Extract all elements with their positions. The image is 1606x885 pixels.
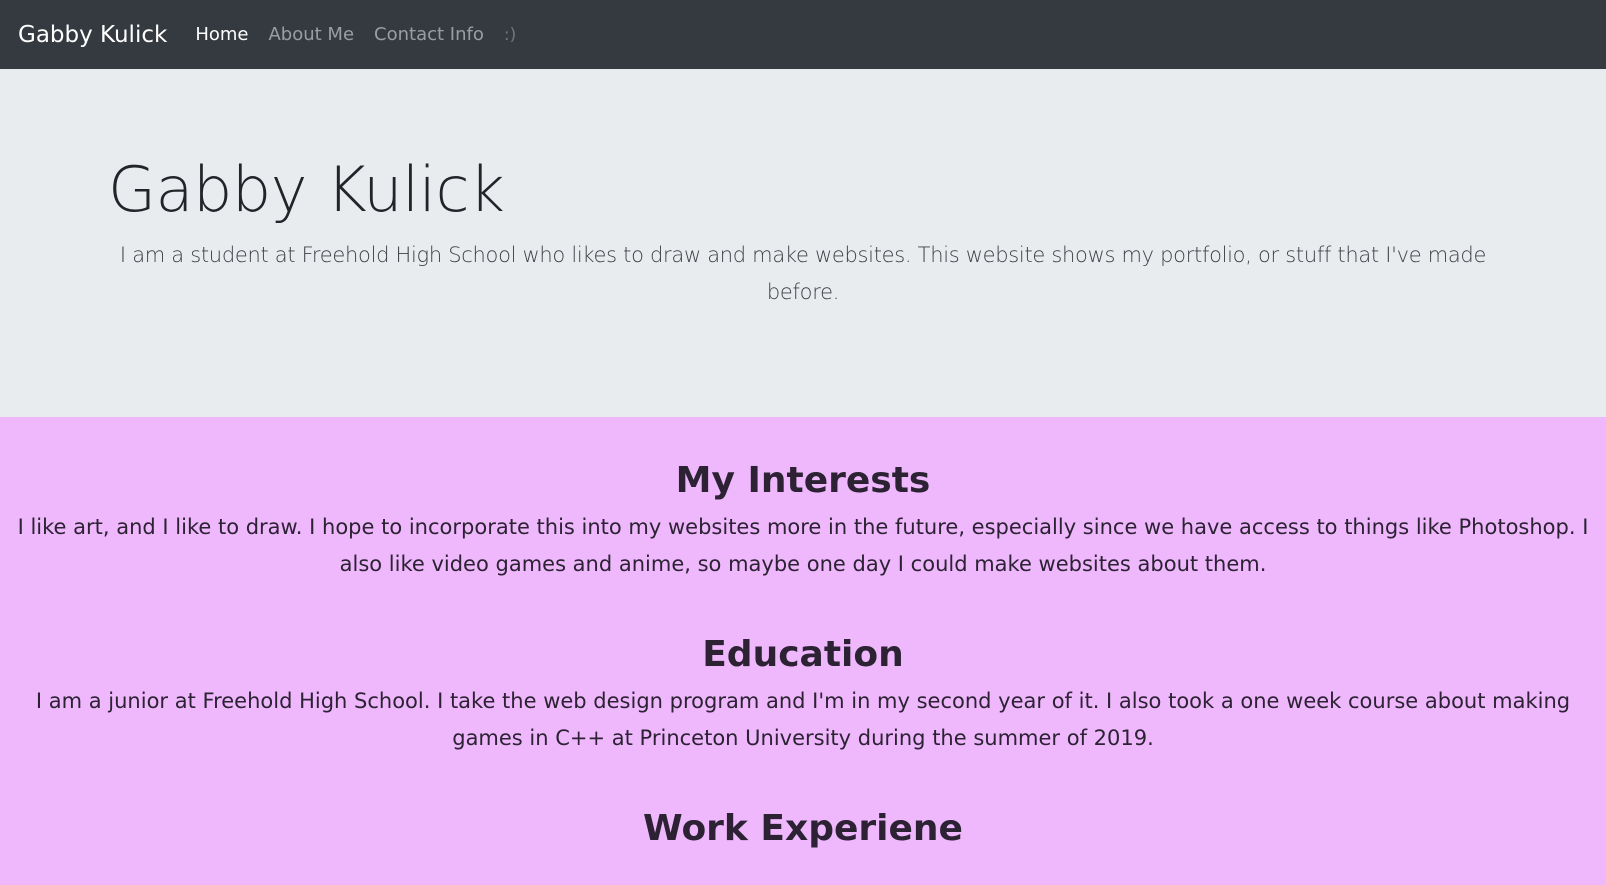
education-section: Education I am a junior at Freehold High… — [0, 633, 1606, 757]
nav-link-contact-info[interactable]: Contact Info — [374, 24, 484, 45]
interests-section: My Interests I like art, and I like to d… — [0, 459, 1606, 583]
navbar-brand[interactable]: Gabby Kulick — [18, 22, 167, 48]
section-text-education: I am a junior at Freehold High School. I… — [35, 689, 1571, 750]
section-text-interests: I like art, and I like to draw. I hope t… — [17, 515, 1589, 576]
section-heading-education: Education — [702, 634, 904, 675]
page-title: Gabby Kulick — [108, 153, 505, 226]
work-section: Work Experiene — [0, 807, 1606, 851]
main-content: My Interests I like art, and I like to d… — [0, 417, 1606, 885]
nav-link-smiley[interactable]: :) — [504, 25, 516, 45]
jumbotron: Gabby Kulick I am a student at Freehold … — [0, 69, 1606, 417]
nav-link-home[interactable]: Home — [195, 24, 248, 45]
intro-lead: I am a student at Freehold High School w… — [119, 243, 1487, 304]
section-heading-interests: My Interests — [675, 460, 931, 501]
section-heading-work: Work Experiene — [643, 808, 963, 849]
top-navbar: Gabby Kulick Home About Me Contact Info … — [0, 0, 1606, 69]
nav-link-about-me[interactable]: About Me — [268, 24, 354, 45]
